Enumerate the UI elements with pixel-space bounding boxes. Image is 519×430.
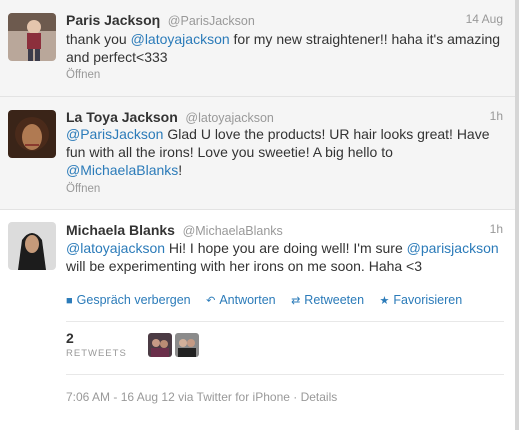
reply-arrow-icon: ↶ bbox=[206, 295, 216, 307]
retweeter-avatar[interactable] bbox=[148, 333, 172, 357]
mention-link[interactable]: @MichaelaBlanks bbox=[66, 162, 178, 178]
tweet-text: @ParisJackson Glad U love the products! … bbox=[66, 125, 506, 179]
timestamp[interactable]: 1h bbox=[490, 222, 503, 236]
divider bbox=[66, 321, 504, 322]
fullname[interactable]: Paris Jacksοη bbox=[66, 12, 160, 28]
favorite-button[interactable]: ★ Favorisieren bbox=[380, 293, 463, 307]
text-segment: thank you bbox=[66, 31, 131, 47]
mention-link[interactable]: @ParisJackson bbox=[66, 126, 163, 142]
open-link[interactable]: Öffnen bbox=[66, 69, 100, 81]
retweet-icon: ⇄ bbox=[291, 295, 301, 307]
reply-button[interactable]: ↶ Antworten bbox=[206, 293, 276, 307]
avatar[interactable] bbox=[8, 13, 56, 61]
retweet-count[interactable]: 2 bbox=[66, 330, 74, 346]
tweet-latoya[interactable]: La Toya Jackson @latoyajackson 1h @Paris… bbox=[0, 97, 515, 210]
retweet-button[interactable]: ⇄ Retweeten bbox=[291, 293, 364, 307]
retweeter-avatar[interactable] bbox=[175, 333, 199, 357]
hide-conversation-button[interactable]: ■ Gespräch verbergen bbox=[66, 293, 191, 307]
avatar-image bbox=[8, 13, 56, 61]
fullname[interactable]: La Toya Jackson bbox=[66, 109, 178, 125]
username[interactable]: @latoyajackson bbox=[185, 111, 273, 125]
username[interactable]: @ParisJackson bbox=[168, 14, 255, 28]
speech-bubble-icon: ■ bbox=[66, 295, 73, 307]
retweeter-avatar-image bbox=[148, 333, 172, 357]
avatar-image bbox=[8, 222, 56, 270]
mention-link[interactable]: @parisjackson bbox=[407, 240, 499, 256]
timestamp[interactable]: 14 Aug bbox=[466, 12, 503, 26]
tweet-text: thank you @latoyajackson for my new stra… bbox=[66, 30, 506, 66]
mention-link[interactable]: @latoyajackson bbox=[131, 31, 230, 47]
tweet-metadata[interactable]: 7:06 AM - 16 Aug 12 via Twitter for iPho… bbox=[66, 390, 337, 404]
hide-conversation-label: Gespräch verbergen bbox=[76, 293, 191, 307]
username[interactable]: @MichaelaBlanks bbox=[183, 224, 283, 238]
avatar[interactable] bbox=[8, 222, 56, 270]
star-icon: ★ bbox=[379, 295, 390, 307]
text-segment: Hi! I hope you are doing well! I'm sure bbox=[165, 240, 407, 256]
mention-link[interactable]: @latoyajackson bbox=[66, 240, 165, 256]
retweets-label[interactable]: RETWEETS bbox=[66, 348, 127, 359]
text-segment: ! bbox=[178, 162, 183, 178]
reply-label: Antworten bbox=[219, 293, 276, 307]
retweeter-avatar-image bbox=[175, 333, 199, 357]
open-link[interactable]: Öffnen bbox=[66, 183, 100, 195]
tweet-header: Michaela Blanks @MichaelaBlanks 1h bbox=[66, 222, 503, 240]
retweeter-avatars bbox=[148, 333, 202, 357]
avatar-image bbox=[8, 110, 56, 158]
scrollbar[interactable] bbox=[515, 0, 519, 430]
favorite-label: Favorisieren bbox=[393, 293, 463, 307]
tweet-text: @latoyajackson Hi! I hope you are doing … bbox=[66, 239, 506, 275]
avatar[interactable] bbox=[8, 110, 56, 158]
tweet-actions: ■ Gespräch verbergen ↶ Antworten ⇄ Retweete… bbox=[66, 293, 474, 307]
tweet-paris[interactable]: Paris Jacksοη @ParisJackson 14 Aug thank… bbox=[0, 0, 515, 97]
tweet-header: Paris Jacksοη @ParisJackson 14 Aug bbox=[66, 12, 503, 30]
text-segment: will be experimenting with her irons on … bbox=[66, 258, 423, 274]
retweet-label: Retweeten bbox=[304, 293, 365, 307]
timestamp[interactable]: 1h bbox=[490, 109, 503, 123]
divider bbox=[66, 374, 504, 375]
fullname[interactable]: Michaela Blanks bbox=[66, 222, 175, 238]
